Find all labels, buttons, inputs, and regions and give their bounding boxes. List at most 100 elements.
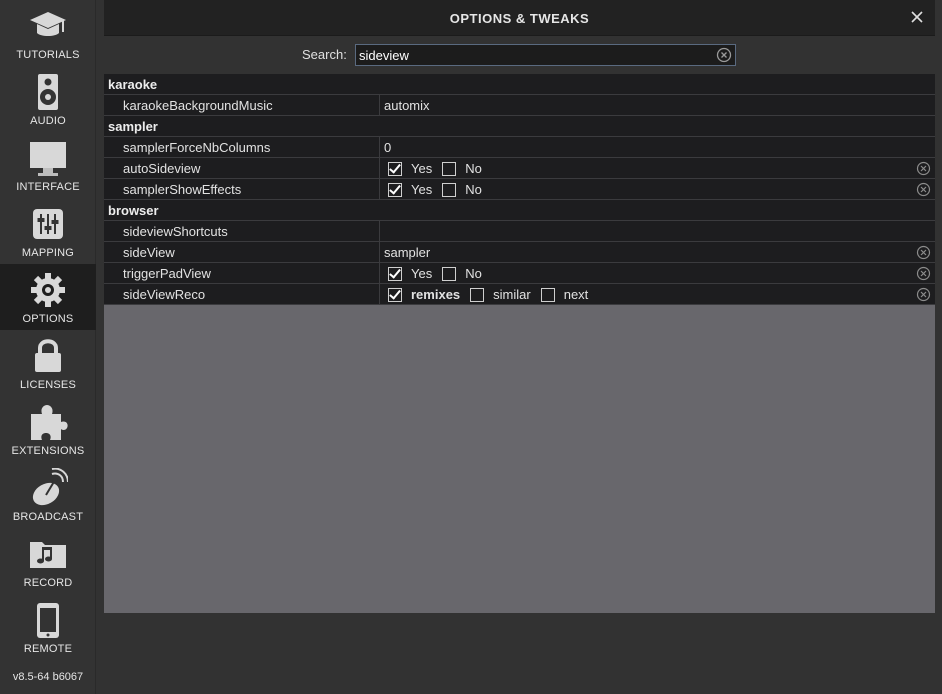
option-key: karaokeBackgroundMusic — [123, 98, 273, 113]
options-list: karaoke karaokeBackgroundMusic automix samp… — [104, 74, 935, 305]
sidebar-item-label: EXTENSIONS — [11, 445, 85, 457]
column-divider — [379, 263, 380, 284]
option-key: triggerPadView — [123, 266, 211, 281]
choice-label: Yes — [411, 182, 433, 197]
column-divider — [379, 137, 380, 158]
group-name: browser — [108, 203, 159, 218]
column-divider — [379, 221, 380, 242]
sidebar-item-interface[interactable]: INTERFACE — [0, 132, 96, 198]
options-panel: karaoke karaokeBackgroundMusic automix samp… — [104, 74, 935, 613]
sidebar-item-broadcast[interactable]: BROADCAST — [0, 462, 96, 528]
choice-label: No — [465, 182, 482, 197]
checkbox-yes[interactable] — [388, 161, 402, 176]
option-value[interactable]: automix — [384, 98, 430, 113]
sidebar-item-licenses[interactable]: LICENSES — [0, 330, 96, 396]
choice-label: Yes — [411, 161, 433, 176]
sidebar-item-audio[interactable]: AUDIO — [0, 66, 96, 132]
choice-label: similar — [493, 287, 531, 302]
checkbox-similar[interactable] — [470, 287, 485, 302]
reset-icon[interactable] — [916, 245, 931, 260]
puzzle-icon — [31, 405, 68, 440]
graduation-cap-icon — [30, 12, 66, 36]
search-input[interactable] — [359, 47, 699, 63]
sidebar: TUTORIALS AUDIO INTERFACE MAPPING OPTION… — [0, 0, 96, 694]
sidebar-item-label: TUTORIALS — [16, 49, 80, 61]
sidebar-item-mapping[interactable]: MAPPING — [0, 198, 96, 264]
option-key: sideViewReco — [123, 287, 206, 302]
choice-label: next — [563, 287, 589, 302]
choice-label: No — [465, 266, 482, 281]
sidebar-item-label: REMOTE — [23, 643, 73, 655]
option-key: samplerShowEffects — [123, 182, 242, 197]
option-row-sideViewReco[interactable]: sideViewReco remixes similar next — [104, 284, 935, 305]
gear-icon — [31, 273, 65, 307]
choice-label: remixes — [411, 287, 461, 302]
sidebar-item-label: AUDIO — [30, 115, 66, 127]
option-row-karaokeBackgroundMusic[interactable]: karaokeBackgroundMusic automix — [104, 95, 935, 116]
clear-circle-icon[interactable] — [716, 47, 732, 63]
sliders-icon — [33, 209, 63, 239]
checkbox-next[interactable] — [540, 287, 555, 302]
sidebar-item-extensions[interactable]: EXTENSIONS — [0, 396, 96, 462]
checkbox-no[interactable] — [442, 161, 457, 176]
column-divider — [379, 284, 380, 305]
reset-icon[interactable] — [916, 161, 931, 176]
checkbox-remixes[interactable] — [388, 287, 402, 302]
sidebar-item-label: LICENSES — [19, 379, 76, 391]
search-box — [355, 44, 736, 66]
monitor-icon — [30, 142, 66, 176]
phone-icon — [37, 603, 59, 638]
version-label: v8.5-64 b6067 — [12, 671, 84, 683]
group-header-karaoke: karaoke — [104, 74, 935, 95]
sidebar-item-label: MAPPING — [21, 247, 75, 259]
option-row-sideviewShortcuts[interactable]: sideviewShortcuts — [104, 221, 935, 242]
sidebar-item-label: OPTIONS — [22, 313, 74, 325]
sidebar-item-options[interactable]: OPTIONS — [0, 264, 96, 330]
music-folder-icon — [30, 542, 66, 568]
close-icon[interactable] — [909, 9, 925, 25]
option-row-autoSideview[interactable]: autoSideview Yes No — [104, 158, 935, 179]
option-key: autoSideview — [123, 161, 201, 176]
column-divider — [379, 242, 380, 263]
column-divider — [379, 179, 380, 200]
checkbox-no[interactable] — [442, 266, 457, 281]
option-key: sideView — [123, 245, 175, 260]
reset-icon[interactable] — [916, 182, 931, 197]
sidebar-item-label: INTERFACE — [16, 181, 80, 193]
option-value[interactable]: sampler — [384, 245, 430, 260]
checkbox-yes[interactable] — [388, 182, 402, 197]
speaker-icon — [38, 74, 58, 110]
satellite-dish-icon — [32, 468, 68, 506]
option-value[interactable]: 0 — [384, 140, 391, 155]
column-divider — [379, 95, 380, 116]
choice-label: Yes — [411, 266, 433, 281]
sidebar-item-record[interactable]: RECORD — [0, 528, 96, 594]
option-key: sideviewShortcuts — [123, 224, 228, 239]
checkbox-yes[interactable] — [388, 266, 402, 281]
option-choices: Yes No — [388, 160, 492, 177]
option-row-samplerForceNbColumns[interactable]: samplerForceNbColumns 0 — [104, 137, 935, 158]
option-choices: Yes No — [388, 265, 492, 282]
group-name: sampler — [108, 119, 158, 134]
sidebar-item-label: BROADCAST — [12, 511, 84, 523]
choice-label: No — [465, 161, 482, 176]
sidebar-item-tutorials[interactable]: TUTORIALS — [0, 0, 96, 66]
group-header-browser: browser — [104, 200, 935, 221]
column-divider — [379, 158, 380, 179]
option-row-samplerShowEffects[interactable]: samplerShowEffects Yes No — [104, 179, 935, 200]
checkbox-no[interactable] — [442, 182, 457, 197]
option-row-sideView[interactable]: sideView sampler — [104, 242, 935, 263]
reset-icon[interactable] — [916, 287, 931, 302]
lock-icon — [35, 339, 61, 372]
sidebar-item-label: RECORD — [23, 577, 73, 589]
group-header-sampler: sampler — [104, 116, 935, 137]
title-bar: OPTIONS & TWEAKS — [104, 0, 935, 36]
window-title: OPTIONS & TWEAKS — [449, 11, 590, 26]
option-row-triggerPadView[interactable]: triggerPadView Yes No — [104, 263, 935, 284]
option-key: samplerForceNbColumns — [123, 140, 271, 155]
search-label: Search: — [302, 47, 347, 62]
sidebar-item-remote[interactable]: REMOTE — [0, 594, 96, 660]
reset-icon[interactable] — [916, 266, 931, 281]
option-choices: remixes similar next — [388, 286, 598, 303]
option-choices: Yes No — [388, 181, 492, 198]
